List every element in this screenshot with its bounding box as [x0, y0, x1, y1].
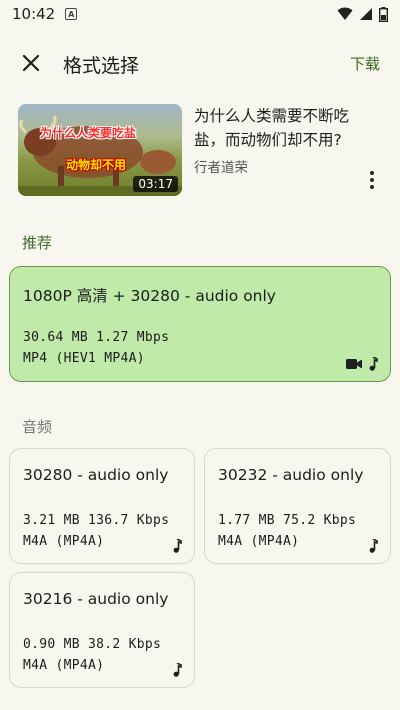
format-container: M4A (MP4A) [218, 534, 300, 549]
close-button[interactable] [18, 50, 44, 76]
format-title: 30216 - audio only [23, 590, 169, 608]
format-size-bitrate: 30.64 MB 1.27 Mbps [23, 330, 170, 345]
top-app-bar: 格式选择 下载 [0, 40, 400, 86]
format-type-icons [368, 539, 378, 553]
video-title: 为什么人类需要不断吃盐，而动物们却不用? [194, 107, 350, 149]
status-icons [337, 6, 388, 22]
battery-icon [379, 6, 388, 22]
music-note-icon [173, 539, 182, 553]
video-duration: 03:17 [133, 176, 178, 192]
more-options-button[interactable] [364, 170, 380, 190]
format-title: 30280 - audio only [23, 466, 169, 484]
close-icon [22, 54, 40, 72]
status-bar: 10:42 A [0, 0, 400, 28]
format-size-bitrate: 0.90 MB 38.2 Kbps [23, 637, 162, 652]
status-time: 10:42 [12, 5, 56, 23]
more-vert-icon [370, 171, 374, 175]
page-title: 格式选择 [63, 55, 140, 77]
section-label-recommended: 推荐 [22, 234, 53, 252]
format-card-audio-30216[interactable]: 30216 - audio only 0.90 MB 38.2 Kbps M4A… [9, 572, 195, 688]
format-type-icons [346, 357, 378, 371]
music-note-icon [369, 357, 378, 371]
video-info: 为什么人类要吃盐 动物却不用 03:17 为什么人类需要不断吃盐，而动物们却不用… [18, 104, 388, 196]
format-title: 1080P 高清 + 30280 - audio only [23, 287, 276, 305]
format-title: 30232 - audio only [218, 466, 364, 484]
format-card-audio-30280[interactable]: 30280 - audio only 3.21 MB 136.7 Kbps M4… [9, 448, 195, 564]
format-card-recommended[interactable]: 1080P 高清 + 30280 - audio only 30.64 MB 1… [9, 266, 391, 382]
music-note-icon [173, 663, 182, 677]
wifi-icon [337, 7, 353, 20]
thumbnail-caption-2: 动物却不用 [66, 158, 127, 172]
download-button[interactable]: 下载 [350, 53, 380, 74]
videocam-icon [346, 359, 362, 369]
format-size-bitrate: 3.21 MB 136.7 Kbps [23, 513, 170, 528]
thumbnail-caption-1: 为什么人类要吃盐 [40, 126, 137, 140]
video-thumbnail[interactable]: 为什么人类要吃盐 动物却不用 03:17 [18, 104, 182, 196]
video-author: 行者道荣 [194, 160, 248, 176]
format-container: M4A (MP4A) [23, 534, 105, 549]
format-size-bitrate: 1.77 MB 75.2 Kbps [218, 513, 357, 528]
format-container: MP4 (HEV1 MP4A) [23, 351, 145, 366]
a-icon: A [65, 8, 78, 20]
format-type-icons [172, 663, 182, 677]
format-card-audio-30232[interactable]: 30232 - audio only 1.77 MB 75.2 Kbps M4A… [204, 448, 391, 564]
section-label-audio: 音频 [22, 418, 53, 436]
music-note-icon [369, 539, 378, 553]
format-container: M4A (MP4A) [23, 658, 105, 673]
signal-icon [360, 8, 372, 20]
format-type-icons [172, 539, 182, 553]
